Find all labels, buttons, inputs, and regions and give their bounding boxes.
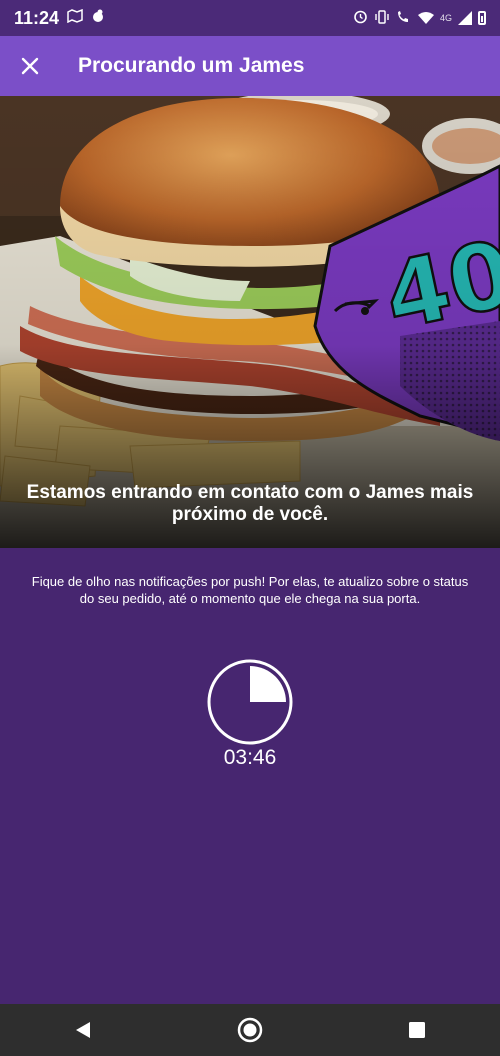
status-bar: 11:24 4G — [0, 0, 500, 36]
back-icon — [76, 1022, 91, 1038]
nav-home-button[interactable] — [230, 1010, 270, 1050]
status-left: 11:24 — [14, 8, 105, 29]
nav-back-button[interactable] — [63, 1010, 103, 1050]
network-type-label: 4G — [439, 13, 452, 23]
status-icons: 4G — [353, 9, 486, 27]
hero-caption: Estamos entrando em contato com o James … — [26, 482, 474, 525]
system-nav-bar — [0, 1004, 500, 1056]
burger-illustration: 40 — [0, 96, 500, 548]
timer-countdown: 03:46 — [223, 746, 277, 769]
countdown-timer-icon — [207, 659, 293, 745]
wifi-calling-icon — [396, 10, 412, 27]
status-time: 11:24 — [14, 7, 60, 28]
wifi-icon — [417, 11, 434, 25]
signal-icon — [458, 11, 472, 25]
battery-icon — [478, 11, 486, 25]
push-notification-message: Fique de olho nas notificações por push!… — [31, 574, 469, 606]
close-button[interactable] — [0, 36, 60, 96]
notification-app-icon — [91, 9, 105, 28]
close-icon — [21, 57, 39, 75]
hero-image: 40 Estamos entrando em contato com o Jam… — [0, 96, 500, 548]
map-icon — [67, 8, 83, 28]
app-bar: Procurando um James — [0, 36, 500, 96]
home-icon — [237, 1017, 263, 1043]
timer-progress-wedge — [250, 666, 286, 702]
alarm-icon — [353, 9, 368, 27]
nav-recents-button[interactable] — [397, 1010, 437, 1050]
page-title: Procurando um James — [78, 54, 305, 77]
recents-icon — [408, 1022, 425, 1038]
vibrate-icon — [374, 9, 390, 27]
